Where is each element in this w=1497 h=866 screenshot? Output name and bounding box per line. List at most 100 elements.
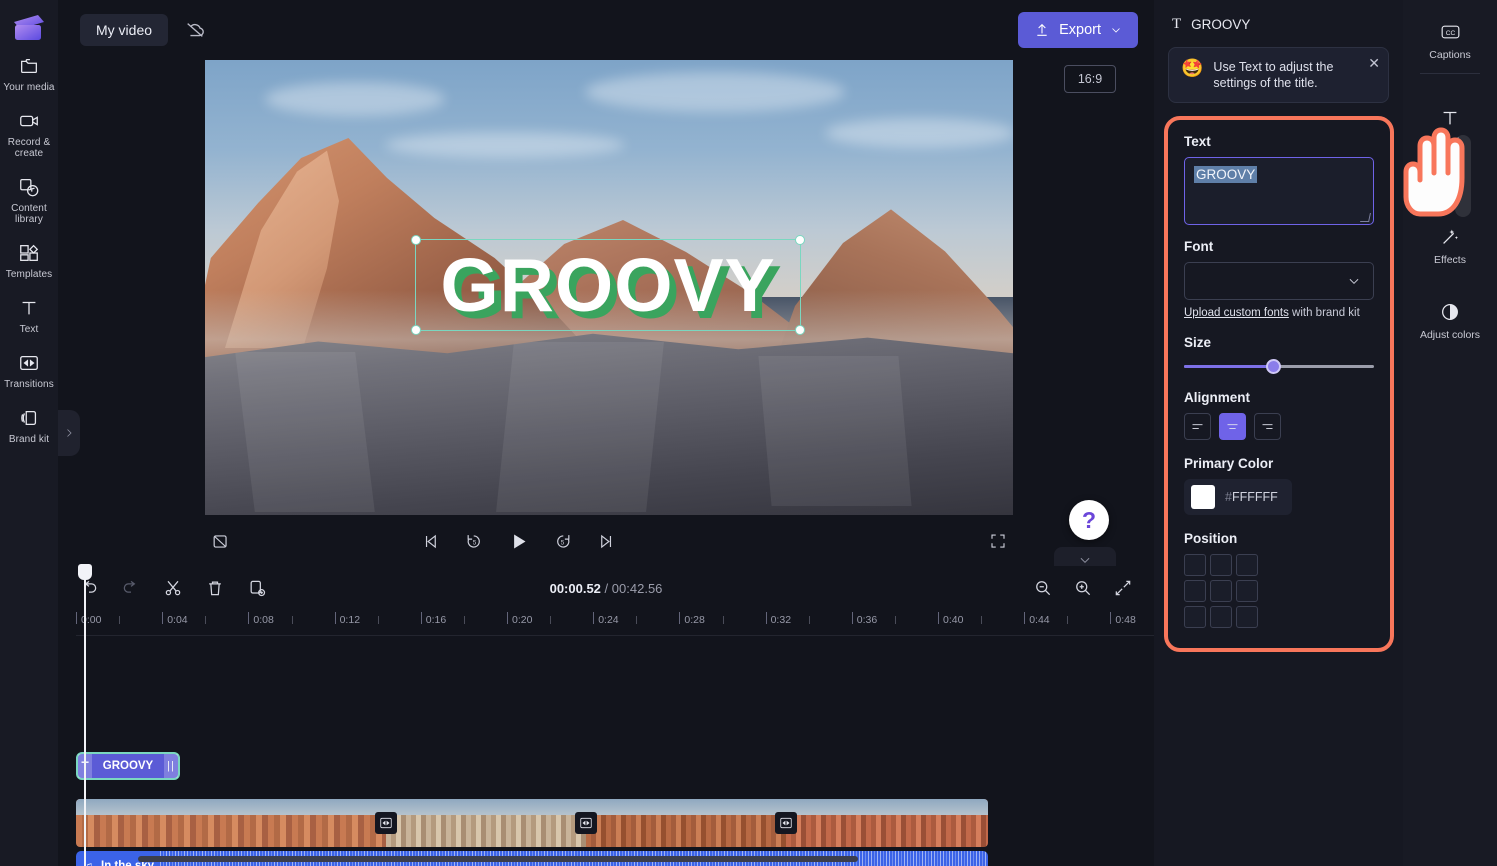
- position-cell-bottom-left[interactable]: [1184, 606, 1206, 628]
- resize-handle-bottom-right[interactable]: [795, 325, 805, 335]
- project-title-input[interactable]: My video: [80, 14, 169, 46]
- cc-icon: CC: [1437, 20, 1463, 44]
- sidebar-item-templates[interactable]: Templates: [0, 231, 58, 286]
- align-left-button[interactable]: [1184, 413, 1211, 440]
- skip-to-end-button[interactable]: [592, 526, 622, 556]
- slider-thumb[interactable]: [1266, 359, 1282, 374]
- video-clip-3[interactable]: [586, 799, 786, 847]
- transition-marker[interactable]: [375, 812, 397, 834]
- export-label: Export: [1059, 22, 1101, 38]
- timeline-playhead[interactable]: [78, 564, 92, 866]
- sidebar-item-content-library[interactable]: Content library: [0, 165, 58, 231]
- rail-item-label: Effects: [1434, 254, 1466, 266]
- position-cell-middle-left[interactable]: [1184, 580, 1206, 602]
- ruler-label: 0:36: [856, 614, 878, 626]
- resize-handle-top-left[interactable]: [411, 235, 421, 245]
- play-button[interactable]: [504, 526, 534, 556]
- current-time: 00:00.52: [549, 580, 601, 596]
- video-clip-4[interactable]: [786, 799, 988, 847]
- ruler-label: 0:28: [684, 614, 705, 626]
- text-input[interactable]: GROOVY: [1184, 157, 1374, 225]
- ruler-tick-minor: [808, 616, 810, 624]
- rewind-5s-button[interactable]: 5: [460, 526, 490, 556]
- color-swatch[interactable]: [1191, 485, 1215, 509]
- ruler-tick-minor: [894, 616, 896, 624]
- timeline-ruler[interactable]: 0:00 0:04 0:08 0:12 0:16 0:20 0:24 0:28 0:32 0:36…: [76, 610, 1154, 636]
- delete-button[interactable]: [200, 573, 230, 603]
- fit-to-screen-button[interactable]: [1108, 573, 1138, 603]
- timeline-text-clip[interactable]: T GROOVY ||: [76, 752, 180, 780]
- text-icon: [17, 296, 41, 320]
- forward-5s-button[interactable]: 5: [548, 526, 578, 556]
- aspect-ratio-badge[interactable]: 16:9: [1064, 65, 1116, 93]
- sidebar-item-record-create[interactable]: Record & create: [0, 99, 58, 165]
- position-cell-top-left[interactable]: [1184, 554, 1206, 576]
- mute-icon: [213, 534, 227, 548]
- transitions-icon: [17, 351, 41, 375]
- ruler-label: 0:20: [512, 614, 533, 626]
- sidebar-item-label: Templates: [5, 269, 53, 280]
- chevron-down-icon: [1349, 278, 1359, 284]
- fullscreen-button[interactable]: [983, 526, 1013, 556]
- rail-item-captions[interactable]: CC Captions: [1403, 8, 1497, 69]
- video-clip-1[interactable]: [76, 799, 386, 847]
- playhead-handle[interactable]: [78, 564, 92, 580]
- fit-screen-icon: [1115, 580, 1131, 596]
- selection-box: [411, 235, 805, 335]
- ruler-label: 0:12: [339, 614, 361, 626]
- resize-grip-icon[interactable]: [1360, 213, 1371, 222]
- folder-icon: [17, 54, 41, 78]
- redo-button[interactable]: [116, 573, 146, 603]
- text-overlay[interactable]: GROOVY: [411, 235, 805, 335]
- position-cell-middle-center[interactable]: [1210, 580, 1232, 602]
- rail-item-adjust-colors[interactable]: Adjust colors: [1403, 288, 1497, 349]
- sidebar-item-transitions[interactable]: Transitions: [0, 341, 58, 396]
- mute-button[interactable]: [205, 526, 235, 556]
- font-select[interactable]: [1184, 262, 1374, 300]
- trim-handle-right[interactable]: ||: [164, 754, 178, 778]
- align-center-button[interactable]: [1219, 413, 1246, 440]
- position-cell-top-center[interactable]: [1210, 554, 1232, 576]
- help-button[interactable]: ?: [1069, 500, 1109, 540]
- video-clip-2[interactable]: [386, 799, 586, 847]
- upload-custom-fonts-link[interactable]: Upload custom fonts: [1184, 307, 1289, 319]
- position-cell-bottom-right[interactable]: [1236, 606, 1258, 628]
- export-button[interactable]: Export: [1018, 12, 1138, 48]
- hash-prefix: #: [1225, 490, 1232, 504]
- timeline-horizontal-scrollbar[interactable]: [138, 856, 858, 862]
- primary-color-picker[interactable]: #FFFFFF: [1184, 479, 1292, 515]
- zoom-in-button[interactable]: [1068, 573, 1098, 603]
- app-logo[interactable]: [11, 12, 47, 44]
- svg-text:5: 5: [561, 539, 565, 546]
- close-icon[interactable]: ✕: [1368, 56, 1380, 70]
- resize-handle-bottom-left[interactable]: [411, 325, 421, 335]
- size-slider[interactable]: [1184, 358, 1374, 374]
- timeline-video-track[interactable]: [76, 799, 988, 847]
- transition-marker[interactable]: [575, 812, 597, 834]
- ruler-label: 0:44: [1029, 614, 1050, 626]
- video-preview-canvas[interactable]: GROOVY: [205, 60, 1013, 515]
- rail-item-effects[interactable]: Effects: [1403, 213, 1497, 274]
- sidebar-item-label: Text: [19, 324, 39, 335]
- sidebar-item-text[interactable]: Text: [0, 286, 58, 341]
- resize-handle-top-right[interactable]: [795, 235, 805, 245]
- hex-digits: FFFFFF: [1231, 490, 1278, 504]
- chevron-down-icon: [1080, 557, 1090, 563]
- sidebar-item-brand-kit[interactable]: Brand kit: [0, 396, 58, 451]
- templates-icon: [17, 241, 41, 265]
- position-cell-bottom-center[interactable]: [1210, 606, 1232, 628]
- position-cell-middle-right[interactable]: [1236, 580, 1258, 602]
- duplicate-button[interactable]: [242, 573, 272, 603]
- size-section-label: Size: [1184, 335, 1212, 350]
- align-right-button[interactable]: [1254, 413, 1281, 440]
- ruler-label: 0:00: [81, 614, 102, 626]
- align-left-icon: [1192, 424, 1203, 429]
- sidebar-item-your-media[interactable]: Your media: [0, 44, 58, 99]
- preview-area: 16:9 GROOVY 5 5 ?: [58, 60, 1154, 573]
- cloud-off-icon[interactable]: [182, 17, 208, 43]
- split-button[interactable]: [158, 573, 188, 603]
- zoom-out-button[interactable]: [1028, 573, 1058, 603]
- transition-marker[interactable]: [775, 812, 797, 834]
- position-cell-top-right[interactable]: [1236, 554, 1258, 576]
- skip-to-start-button[interactable]: [416, 526, 446, 556]
